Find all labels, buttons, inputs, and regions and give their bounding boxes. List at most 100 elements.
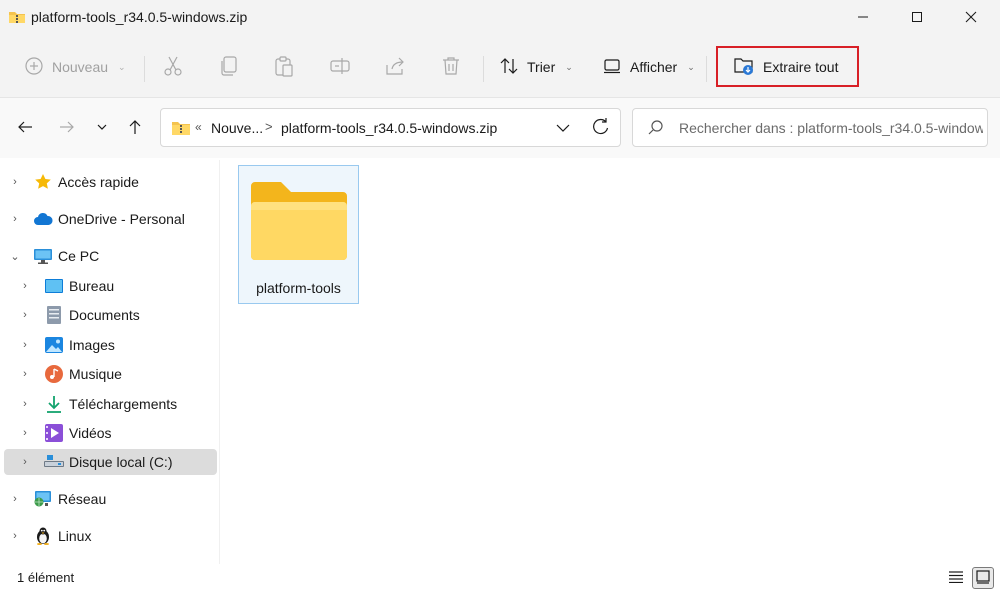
- search-input[interactable]: Rechercher dans : platform-tools_r34.0.5…: [632, 108, 988, 147]
- sidebar-item-label: Accès rapide: [58, 174, 139, 190]
- rename-button[interactable]: [329, 50, 351, 84]
- sidebar-item-videos[interactable]: › Vidéos: [4, 420, 217, 446]
- search-icon: [647, 119, 665, 140]
- folder-name: platform-tools: [256, 280, 341, 296]
- divider: [706, 56, 707, 82]
- paste-icon: [273, 55, 295, 80]
- sidebar-item-label: Bureau: [69, 278, 115, 294]
- sort-button[interactable]: Trier ⌄: [499, 50, 573, 84]
- back-button[interactable]: [12, 115, 38, 141]
- copy-button[interactable]: [218, 50, 240, 84]
- forward-button[interactable]: [54, 115, 80, 141]
- sidebar-item-label: Réseau: [58, 491, 107, 507]
- videos-icon: [44, 423, 64, 443]
- sidebar-item-disque-local[interactable]: › Disque local (C:): [4, 449, 217, 475]
- documents-icon: [44, 305, 64, 325]
- copy-icon: [218, 55, 240, 80]
- sidebar-item-ce-pc[interactable]: ⌄ Ce PC: [4, 243, 217, 269]
- highlight-box: [716, 46, 859, 87]
- address-bar[interactable]: « Nouve... > platform-tools_r34.0.5-wind…: [160, 108, 621, 147]
- sidebar-item-onedrive[interactable]: › OneDrive - Personal: [4, 206, 217, 232]
- sidebar-item-reseau[interactable]: › Réseau: [4, 486, 217, 512]
- chevron-right-icon[interactable]: ›: [18, 456, 32, 468]
- close-icon: [965, 10, 977, 26]
- window-title: platform-tools_r34.0.5-windows.zip: [31, 9, 248, 25]
- chevron-right-icon[interactable]: ›: [8, 213, 22, 225]
- chevron-right-icon[interactable]: ›: [8, 176, 22, 188]
- cut-button[interactable]: [162, 50, 184, 84]
- chevron-down-icon: ⌄: [118, 61, 126, 72]
- chevron-right-icon[interactable]: ›: [18, 427, 32, 439]
- rename-icon: [329, 55, 351, 80]
- chevron-down-icon: ⌄: [687, 61, 695, 72]
- list-icon: [949, 570, 963, 586]
- chevron-right-icon[interactable]: ›: [18, 368, 32, 380]
- overflow-chevron[interactable]: «: [195, 120, 202, 134]
- download-icon: [44, 394, 64, 414]
- new-label: Nouveau: [52, 59, 109, 75]
- sidebar-item-acces-rapide[interactable]: › Accès rapide: [4, 169, 217, 195]
- sidebar-item-label: Musique: [69, 366, 122, 382]
- folder-item[interactable]: platform-tools: [238, 165, 359, 304]
- sidebar-item-telechargements[interactable]: › Téléchargements: [4, 391, 217, 417]
- large-icons-view-button[interactable]: [972, 567, 994, 589]
- divider: [144, 56, 145, 82]
- paste-button[interactable]: [273, 50, 295, 84]
- sidebar-item-label: Vidéos: [69, 425, 112, 441]
- maximize-icon: [911, 10, 923, 26]
- details-view-button[interactable]: [945, 567, 967, 589]
- minimize-icon: [857, 10, 869, 26]
- chevron-right-icon[interactable]: ›: [18, 280, 32, 292]
- folder-icon: [249, 180, 349, 265]
- chevron-right-icon[interactable]: ›: [8, 530, 22, 542]
- chevron-right-icon[interactable]: ›: [18, 339, 32, 351]
- desktop-icon: [44, 276, 64, 296]
- chevron-down-icon: ⌄: [565, 61, 573, 72]
- maximize-button[interactable]: [894, 0, 940, 36]
- drive-icon: [44, 452, 64, 472]
- view-button[interactable]: Afficher ⌄: [602, 50, 695, 84]
- breadcrumb-item[interactable]: Nouve...: [211, 120, 263, 136]
- close-button[interactable]: [948, 0, 994, 36]
- chevron-down-icon[interactable]: ⌄: [8, 250, 22, 263]
- chevron-right-icon[interactable]: ›: [8, 493, 22, 505]
- sidebar-item-linux[interactable]: › Linux: [4, 523, 217, 549]
- breadcrumb-separator[interactable]: >: [265, 119, 273, 134]
- sidebar-item-label: Documents: [69, 307, 140, 323]
- plus-circle-icon: [24, 56, 44, 79]
- sidebar-item-images[interactable]: › Images: [4, 332, 217, 358]
- arrow-right-icon: [58, 118, 76, 139]
- refresh-icon[interactable]: [591, 117, 611, 140]
- pane-divider: [219, 160, 220, 564]
- up-button[interactable]: [122, 115, 148, 141]
- music-icon: [44, 364, 64, 384]
- new-button[interactable]: Nouveau ⌄: [24, 50, 126, 84]
- large-icons-icon: [976, 569, 990, 587]
- monitor-icon: [33, 246, 53, 266]
- scissors-icon: [162, 55, 184, 80]
- navigation-pane: › Accès rapide › OneDrive - Personal ⌄ C…: [0, 160, 220, 564]
- sidebar-item-label: Linux: [58, 528, 92, 544]
- sidebar-item-label: Ce PC: [58, 248, 100, 264]
- chevron-right-icon[interactable]: ›: [18, 398, 32, 410]
- sidebar-item-musique[interactable]: › Musique: [4, 361, 217, 387]
- title-bar: platform-tools_r34.0.5-windows.zip: [0, 0, 1000, 36]
- address-dropdown-button[interactable]: [553, 117, 573, 140]
- divider: [483, 56, 484, 82]
- arrow-left-icon: [16, 118, 34, 139]
- sidebar-item-label: OneDrive - Personal: [58, 211, 185, 227]
- zip-folder-icon: [171, 120, 191, 139]
- chevron-right-icon[interactable]: ›: [18, 309, 32, 321]
- network-icon: [33, 489, 53, 509]
- sidebar-item-bureau[interactable]: › Bureau: [4, 273, 217, 299]
- recent-locations-button[interactable]: [89, 115, 115, 141]
- star-icon: [33, 172, 53, 192]
- delete-button[interactable]: [440, 50, 462, 84]
- sort-label: Trier: [527, 59, 556, 75]
- minimize-button[interactable]: [840, 0, 886, 36]
- sidebar-item-documents[interactable]: › Documents: [4, 302, 217, 328]
- trash-icon: [440, 55, 462, 80]
- view-label: Afficher: [630, 59, 678, 75]
- share-button[interactable]: [384, 50, 406, 84]
- breadcrumb-item[interactable]: platform-tools_r34.0.5-windows.zip: [281, 120, 497, 136]
